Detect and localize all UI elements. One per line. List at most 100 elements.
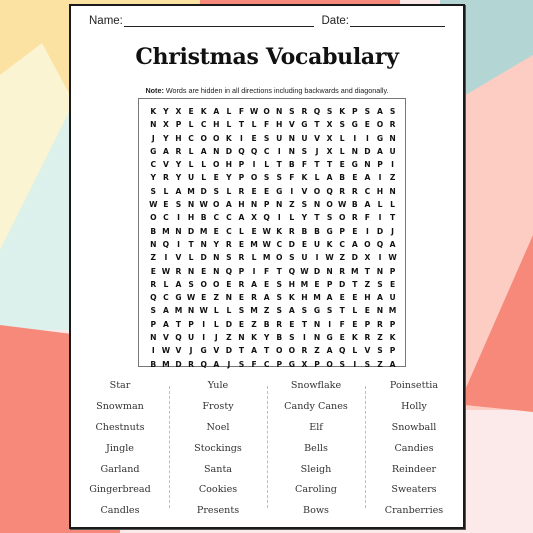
grid-letter[interactable]: R: [273, 318, 286, 331]
grid-letter[interactable]: H: [361, 291, 374, 304]
grid-letter[interactable]: L: [374, 198, 387, 211]
grid-letter[interactable]: L: [311, 171, 324, 184]
grid-letter[interactable]: A: [374, 105, 387, 118]
grid-letter[interactable]: D: [374, 225, 387, 238]
grid-letter[interactable]: M: [349, 265, 362, 278]
grid-letter[interactable]: S: [336, 358, 349, 371]
grid-letter[interactable]: C: [336, 238, 349, 251]
grid-letter[interactable]: I: [298, 331, 311, 344]
grid-letter[interactable]: L: [235, 225, 248, 238]
grid-letter[interactable]: I: [235, 132, 248, 145]
grid-letter[interactable]: A: [361, 171, 374, 184]
grid-letter[interactable]: I: [386, 158, 399, 171]
grid-letter[interactable]: K: [223, 132, 236, 145]
name-line[interactable]: [123, 15, 314, 27]
grid-letter[interactable]: I: [273, 211, 286, 224]
grid-letter[interactable]: R: [185, 358, 198, 371]
grid-letter[interactable]: L: [223, 185, 236, 198]
grid-letter[interactable]: D: [311, 265, 324, 278]
grid-letter[interactable]: P: [235, 265, 248, 278]
grid-letter[interactable]: G: [197, 344, 210, 357]
grid-letter[interactable]: C: [160, 291, 173, 304]
grid-letter[interactable]: N: [172, 225, 185, 238]
grid-letter[interactable]: C: [197, 118, 210, 131]
grid-letter[interactable]: I: [361, 225, 374, 238]
grid-letter[interactable]: H: [185, 211, 198, 224]
grid-letter[interactable]: C: [147, 158, 160, 171]
grid-letter[interactable]: L: [223, 118, 236, 131]
grid-letter[interactable]: S: [147, 304, 160, 317]
grid-letter[interactable]: J: [210, 331, 223, 344]
grid-letter[interactable]: K: [386, 331, 399, 344]
grid-letter[interactable]: G: [323, 225, 336, 238]
grid-letter[interactable]: N: [210, 251, 223, 264]
grid-letter[interactable]: Q: [336, 344, 349, 357]
grid-letter[interactable]: E: [260, 278, 273, 291]
grid-letter[interactable]: M: [185, 185, 198, 198]
grid-letter[interactable]: O: [374, 118, 387, 131]
grid-letter[interactable]: R: [147, 278, 160, 291]
grid-letter[interactable]: A: [361, 198, 374, 211]
grid-letter[interactable]: S: [323, 211, 336, 224]
grid-letter[interactable]: G: [323, 331, 336, 344]
grid-letter[interactable]: D: [223, 318, 236, 331]
grid-letter[interactable]: R: [248, 291, 261, 304]
grid-letter[interactable]: N: [273, 198, 286, 211]
grid-letter[interactable]: N: [386, 132, 399, 145]
grid-letter[interactable]: L: [185, 251, 198, 264]
grid-letter[interactable]: I: [172, 211, 185, 224]
grid-letter[interactable]: C: [160, 211, 173, 224]
grid-letter[interactable]: W: [386, 251, 399, 264]
grid-letter[interactable]: O: [336, 211, 349, 224]
grid-letter[interactable]: E: [349, 171, 362, 184]
grid-letter[interactable]: S: [273, 278, 286, 291]
grid-letter[interactable]: R: [349, 211, 362, 224]
grid-letter[interactable]: C: [185, 132, 198, 145]
grid-letter[interactable]: P: [323, 278, 336, 291]
grid-letter[interactable]: W: [147, 198, 160, 211]
grid-letter[interactable]: K: [349, 331, 362, 344]
grid-letter[interactable]: N: [286, 132, 299, 145]
grid-letter[interactable]: J: [223, 358, 236, 371]
grid-letter[interactable]: N: [147, 238, 160, 251]
grid-letter[interactable]: S: [374, 278, 387, 291]
grid-letter[interactable]: E: [235, 238, 248, 251]
grid-letter[interactable]: D: [223, 344, 236, 357]
grid-letter[interactable]: A: [223, 198, 236, 211]
grid-letter[interactable]: Y: [147, 171, 160, 184]
grid-letter[interactable]: S: [260, 132, 273, 145]
grid-letter[interactable]: T: [336, 304, 349, 317]
grid-letter[interactable]: H: [223, 158, 236, 171]
grid-letter[interactable]: B: [286, 158, 299, 171]
grid-letter[interactable]: I: [349, 132, 362, 145]
grid-letter[interactable]: O: [197, 132, 210, 145]
grid-letter[interactable]: B: [197, 211, 210, 224]
grid-letter[interactable]: S: [386, 105, 399, 118]
grid-letter[interactable]: D: [349, 251, 362, 264]
grid-letter[interactable]: N: [185, 304, 198, 317]
grid-letter[interactable]: O: [210, 158, 223, 171]
grid-letter[interactable]: N: [235, 331, 248, 344]
grid-letter[interactable]: Y: [160, 132, 173, 145]
grid-letter[interactable]: T: [273, 265, 286, 278]
grid-letter[interactable]: F: [336, 318, 349, 331]
grid-letter[interactable]: A: [349, 238, 362, 251]
grid-letter[interactable]: N: [374, 265, 387, 278]
grid-letter[interactable]: J: [185, 344, 198, 357]
grid-letter[interactable]: N: [323, 265, 336, 278]
grid-letter[interactable]: E: [248, 225, 261, 238]
grid-letter[interactable]: Q: [197, 358, 210, 371]
grid-letter[interactable]: L: [197, 158, 210, 171]
grid-letter[interactable]: F: [298, 158, 311, 171]
grid-letter[interactable]: I: [248, 158, 261, 171]
grid-letter[interactable]: M: [172, 304, 185, 317]
grid-letter[interactable]: C: [210, 211, 223, 224]
grid-letter[interactable]: N: [147, 118, 160, 131]
grid-letter[interactable]: N: [374, 304, 387, 317]
grid-letter[interactable]: N: [311, 318, 324, 331]
grid-letter[interactable]: E: [349, 225, 362, 238]
grid-letter[interactable]: S: [286, 105, 299, 118]
grid-letter[interactable]: H: [235, 198, 248, 211]
grid-letter[interactable]: I: [160, 251, 173, 264]
grid-letter[interactable]: Z: [223, 331, 236, 344]
